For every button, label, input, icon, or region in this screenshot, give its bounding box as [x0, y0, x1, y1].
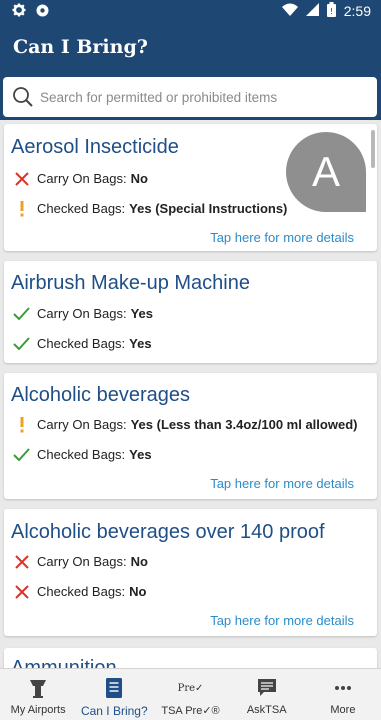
carry-on-value: Yes (Less than 3.4oz/100 ml allowed) [130, 417, 358, 432]
nav-label: More [330, 704, 356, 716]
nav-label: TSA Pre✓® [161, 705, 220, 717]
items-list[interactable]: Aerosol Insecticide Carry On Bags: No Ch… [0, 120, 381, 668]
warning-icon [12, 199, 31, 218]
item-name: Ammunition [11, 657, 117, 668]
checked-label: Checked Bags: [37, 201, 126, 216]
wifi-icon [281, 3, 298, 19]
warning-icon [12, 415, 31, 434]
status-bar: ! 2:59 [0, 0, 381, 22]
avatar-letter: A [311, 148, 340, 195]
carry-on-label: Carry On Bags: [37, 417, 127, 432]
item-name: Alcoholic beverages [11, 384, 190, 406]
carry-on-row: Carry On Bags: No [12, 552, 148, 571]
no-icon [12, 169, 31, 188]
status-time: 2:59 [343, 3, 371, 19]
checked-label: Checked Bags: [37, 584, 126, 599]
app-bar: Can I Bring? [0, 22, 381, 70]
item-name: Aerosol Insecticide [11, 136, 179, 158]
carry-on-row: Carry On Bags: Yes (Less than 3.4oz/100 … [12, 415, 357, 434]
carry-on-row: Carry On Bags: No [12, 169, 148, 188]
scrollbar[interactable] [371, 130, 375, 168]
nav-label: Can I Bring? [80, 704, 148, 718]
nav-ask-tsa[interactable]: AskTSA [229, 669, 305, 720]
item-card[interactable]: Airbrush Make-up Machine Carry On Bags: … [4, 261, 377, 363]
document-icon [105, 677, 123, 699]
checked-row: Checked Bags: Yes [12, 445, 152, 464]
yes-check-icon [12, 334, 31, 353]
checked-row: Checked Bags: Yes [12, 334, 152, 353]
no-icon [12, 552, 31, 571]
checked-row: Checked Bags: No [12, 582, 147, 601]
more-details-link[interactable]: Tap here for more details [210, 476, 354, 491]
precheck-logo-text: Pre✓ [177, 682, 204, 694]
item-card[interactable]: Alcoholic beverages over 140 proof Carry… [4, 509, 377, 636]
more-dots-icon [334, 677, 352, 699]
bottom-navigation: My Airports Can I Bring? Pre✓ TSA Pre✓® … [0, 668, 381, 720]
nav-label: AskTSA [246, 704, 287, 716]
yes-check-icon [12, 445, 31, 464]
nav-more[interactable]: More [305, 669, 381, 720]
yes-check-icon [12, 304, 31, 323]
search-input[interactable]: Search for permitted or prohibited items [3, 77, 377, 117]
item-card[interactable]: Ammunition [4, 648, 377, 668]
carry-on-label: Carry On Bags: [37, 554, 127, 569]
checked-value: No [129, 584, 147, 599]
checked-value: Yes (Special Instructions) [129, 201, 288, 216]
search-container: Search for permitted or prohibited items [0, 70, 381, 120]
carry-on-row: Carry On Bags: Yes [12, 304, 153, 323]
item-card[interactable]: Aerosol Insecticide Carry On Bags: No Ch… [4, 124, 377, 251]
chat-icon [257, 677, 277, 699]
tsa-precheck-icon: Pre✓ [178, 677, 204, 699]
circle-dot-icon [36, 4, 49, 22]
battery-icon: ! [326, 2, 336, 20]
control-tower-icon [29, 677, 47, 699]
carry-on-value: No [130, 171, 148, 186]
item-name: Airbrush Make-up Machine [11, 272, 250, 294]
more-details-link[interactable]: Tap here for more details [210, 613, 354, 628]
carry-on-label: Carry On Bags: [37, 171, 127, 186]
nav-my-airports[interactable]: My Airports [0, 669, 76, 720]
avatar[interactable]: A [286, 132, 366, 212]
nav-label: My Airports [10, 704, 66, 716]
no-icon [12, 582, 31, 601]
item-card[interactable]: Alcoholic beverages Carry On Bags: Yes (… [4, 373, 377, 499]
search-icon [13, 87, 33, 107]
signal-icon [305, 3, 319, 19]
page-title: Can I Bring? [13, 36, 148, 58]
carry-on-value: No [130, 554, 148, 569]
checked-label: Checked Bags: [37, 336, 126, 351]
carry-on-label: Carry On Bags: [37, 306, 127, 321]
more-details-link[interactable]: Tap here for more details [210, 230, 354, 245]
svg-text:!: ! [330, 7, 333, 16]
item-name: Alcoholic beverages over 140 proof [11, 521, 325, 543]
carry-on-value: Yes [130, 306, 154, 321]
nav-can-i-bring[interactable]: Can I Bring? [76, 669, 152, 720]
checked-value: Yes [129, 336, 152, 351]
checked-value: Yes [129, 447, 152, 462]
search-placeholder: Search for permitted or prohibited items [40, 89, 278, 105]
checked-label: Checked Bags: [37, 447, 126, 462]
gear-icon [12, 3, 26, 22]
nav-tsa-precheck[interactable]: Pre✓ TSA Pre✓® [152, 669, 228, 720]
checked-row: Checked Bags: Yes (Special Instructions) [12, 199, 287, 218]
